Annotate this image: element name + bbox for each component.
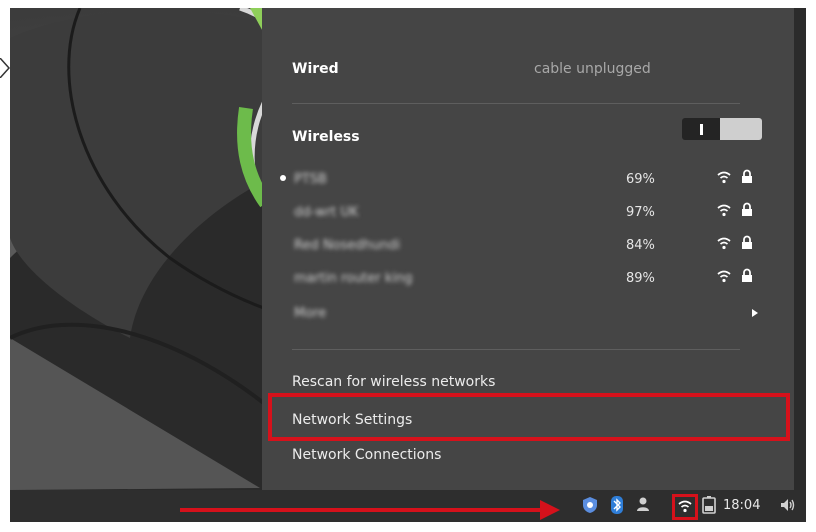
wifi-signal-icon bbox=[717, 237, 731, 250]
lock-icon bbox=[742, 268, 752, 282]
wifi-signal-icon bbox=[717, 270, 731, 283]
network-item[interactable]: PTSB 69% bbox=[262, 163, 794, 195]
wired-section: Wired cable unplugged bbox=[262, 53, 794, 85]
lock-icon bbox=[742, 202, 752, 216]
network-name: PTSB bbox=[294, 171, 327, 187]
shield-icon[interactable] bbox=[582, 496, 598, 514]
wireless-title: Wireless bbox=[292, 129, 360, 145]
clock[interactable]: 18:04 bbox=[723, 498, 760, 513]
user-icon[interactable] bbox=[636, 496, 650, 512]
bluetooth-icon[interactable] bbox=[611, 496, 623, 514]
lock-icon bbox=[742, 169, 752, 183]
wifi-icon[interactable] bbox=[678, 499, 692, 513]
connected-dot-icon bbox=[280, 175, 286, 181]
network-connections-item[interactable]: Network Connections bbox=[262, 439, 794, 471]
cursor-mark-icon bbox=[0, 58, 10, 78]
wifi-signal-icon bbox=[717, 204, 731, 217]
lock-icon bbox=[742, 235, 752, 249]
wired-status: cable unplugged bbox=[534, 61, 651, 77]
annotation-arrow bbox=[180, 508, 546, 512]
screen-edge bbox=[794, 8, 806, 490]
network-signal: 89% bbox=[626, 270, 655, 286]
rescan-label: Rescan for wireless networks bbox=[292, 374, 496, 390]
battery-icon[interactable] bbox=[702, 496, 716, 514]
arrow-head-icon bbox=[540, 500, 560, 520]
more-label: More bbox=[294, 305, 327, 321]
wireless-toggle[interactable] bbox=[682, 118, 762, 140]
network-item[interactable]: martin router king 89% bbox=[262, 262, 794, 294]
more-networks-item[interactable]: More bbox=[262, 297, 794, 329]
network-item[interactable]: dd-wrt UK 97% bbox=[262, 196, 794, 228]
wifi-signal-icon bbox=[717, 171, 731, 184]
network-name: Red Nosedhundi bbox=[294, 237, 401, 253]
network-connections-label: Network Connections bbox=[292, 447, 442, 463]
network-signal: 97% bbox=[626, 204, 655, 220]
separator bbox=[292, 349, 740, 350]
network-item[interactable]: Red Nosedhundi 84% bbox=[262, 229, 794, 261]
volume-icon[interactable] bbox=[780, 498, 796, 512]
wired-title: Wired bbox=[292, 61, 339, 77]
separator bbox=[292, 103, 740, 104]
highlight-box bbox=[268, 393, 790, 441]
chevron-right-icon bbox=[752, 309, 758, 317]
network-name: martin router king bbox=[294, 270, 413, 286]
taskbar-panel: 18:04 bbox=[10, 490, 806, 522]
network-signal: 69% bbox=[626, 171, 655, 187]
network-signal: 84% bbox=[626, 237, 655, 253]
network-name: dd-wrt UK bbox=[294, 204, 359, 220]
